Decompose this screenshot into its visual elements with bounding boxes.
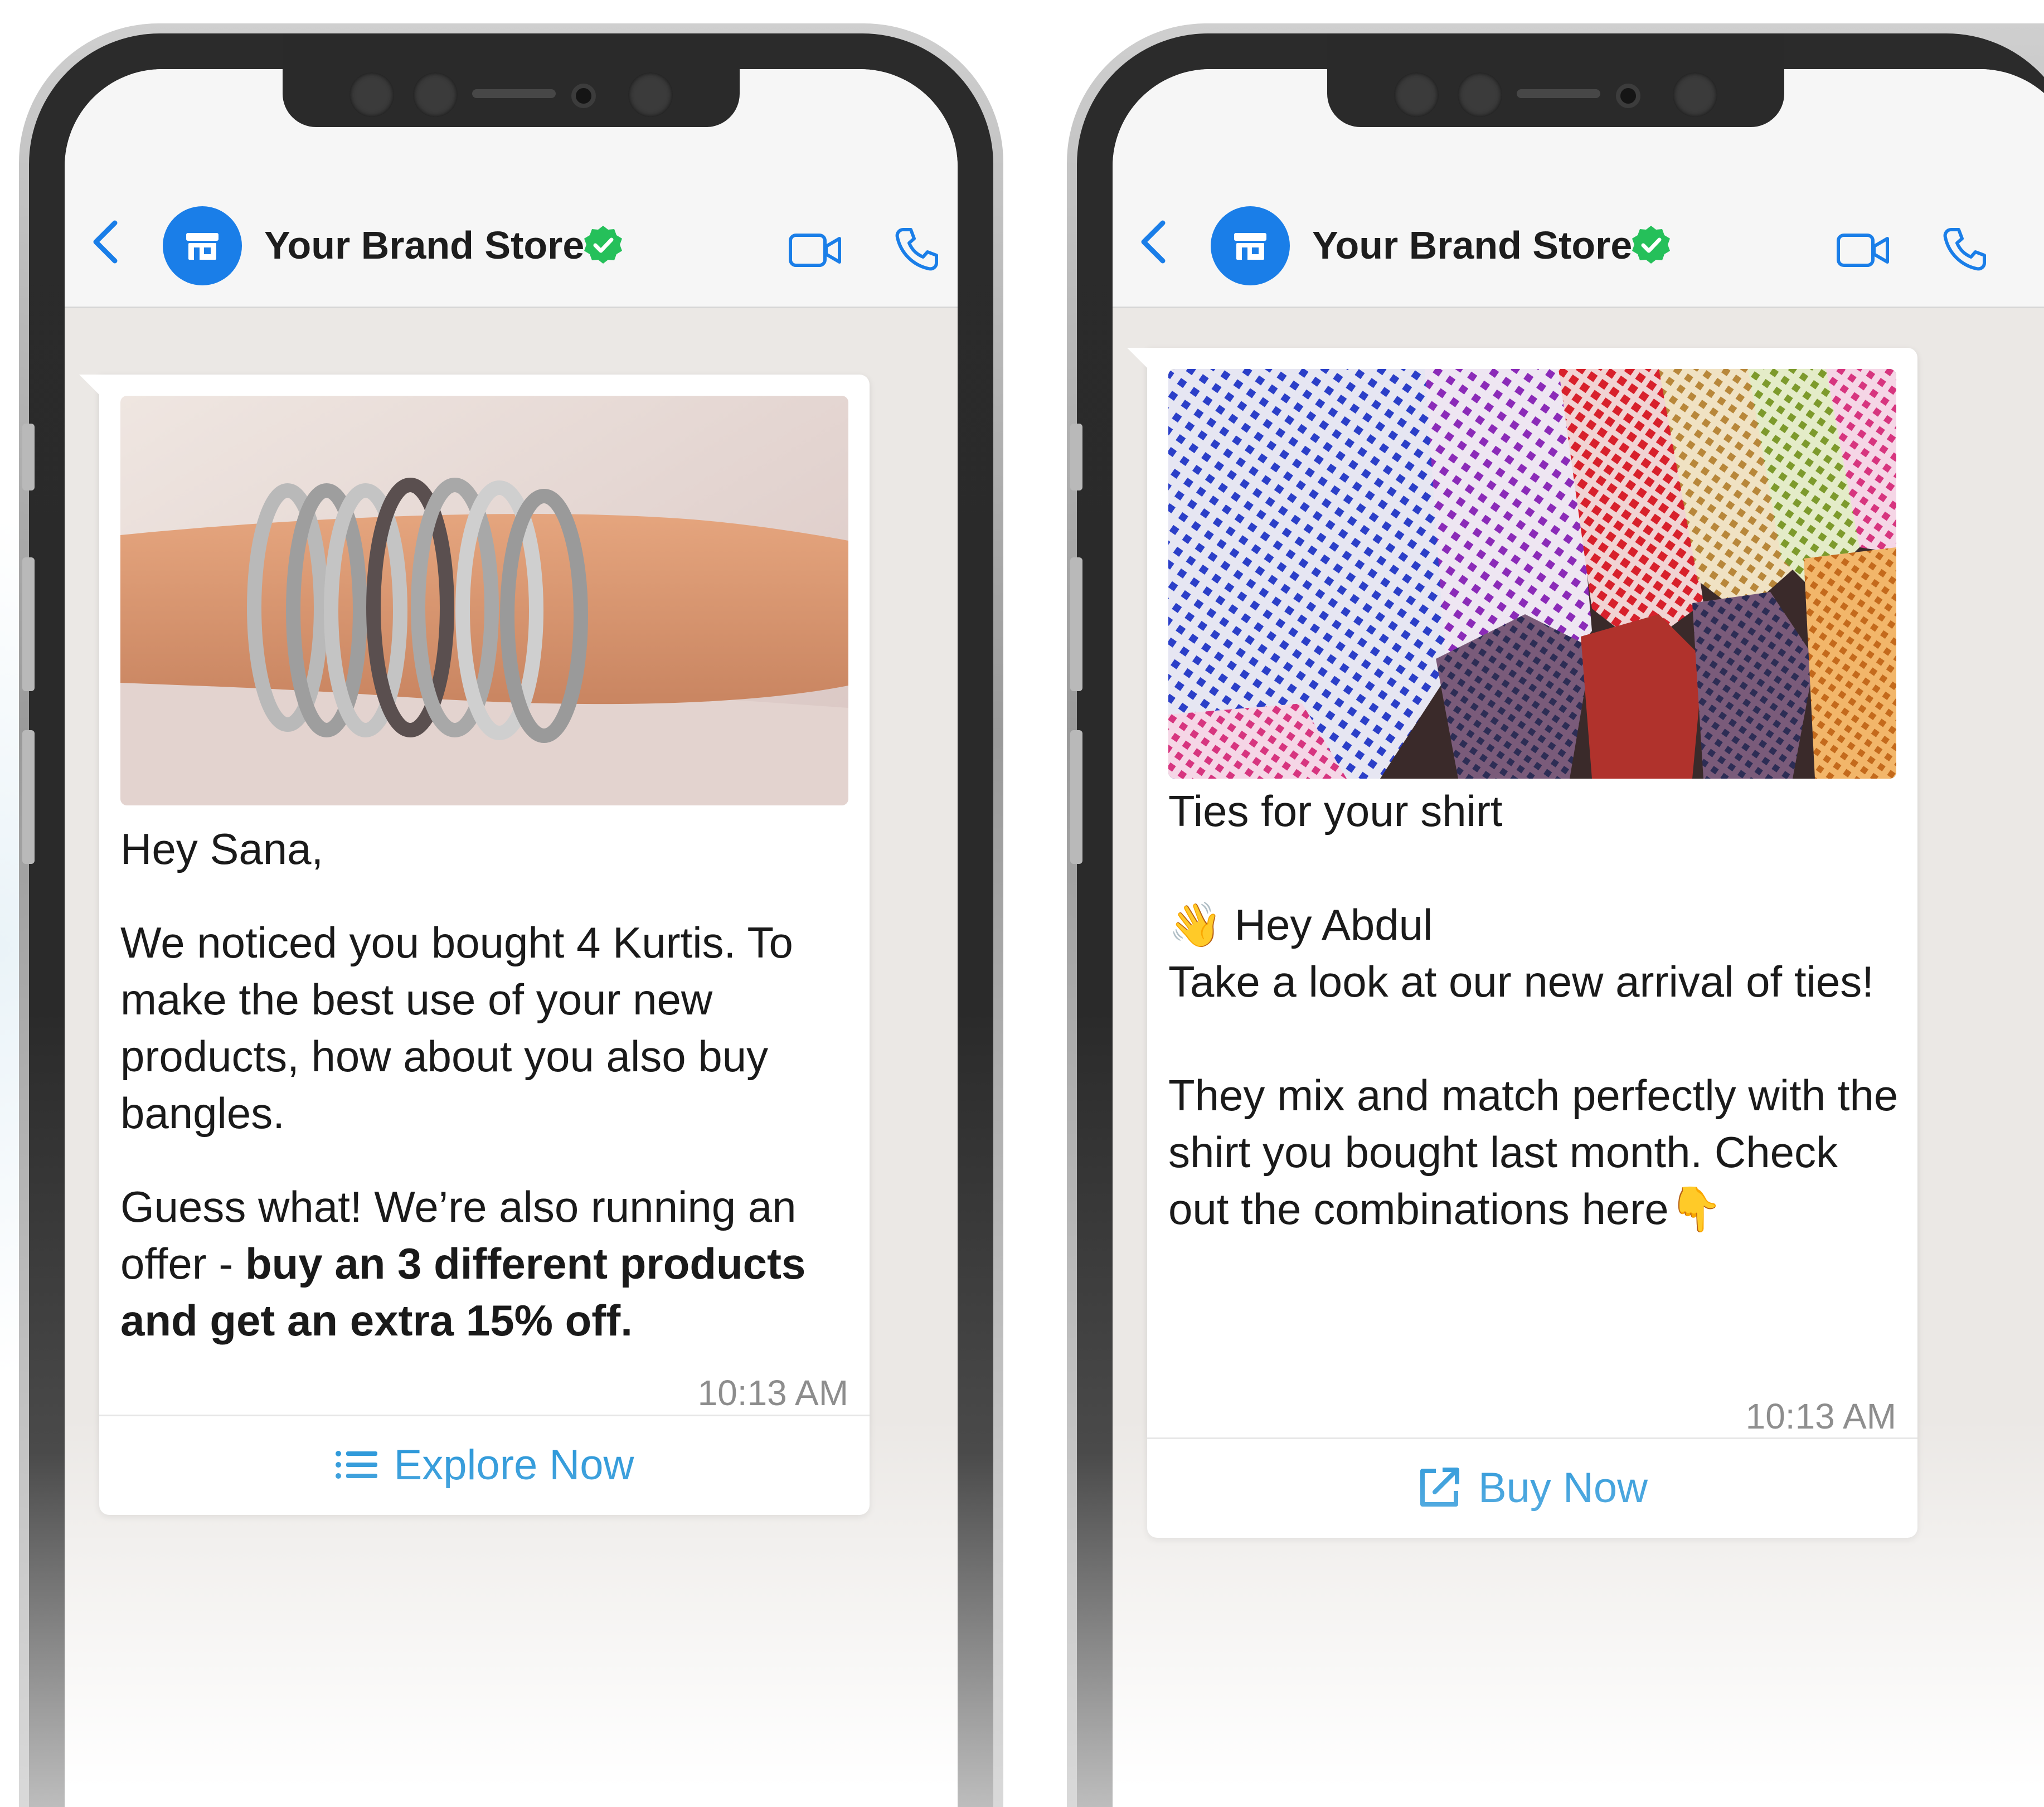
video-call-icon[interactable] [788, 230, 843, 270]
message-text-left: Hey Sana, We noticed you bought 4 Kurtis… [120, 820, 856, 1349]
buy-now-button[interactable]: Buy Now [1147, 1437, 1917, 1538]
sensor-dot [1673, 72, 1717, 117]
chat-screen-right: Your Brand Store Ties for your shirt 👋 H… [1113, 69, 2044, 1807]
message-timestamp: 10:13 AM [697, 1373, 848, 1413]
message-line-2-text: They mix and match perfectly with the sh… [1168, 1071, 1899, 1233]
store-icon [1234, 233, 1266, 260]
phone-right: Your Brand Store Ties for your shirt 👋 H… [1067, 23, 2044, 1807]
ties-image[interactable] [1168, 369, 1896, 779]
explore-now-label: Explore Now [394, 1441, 634, 1489]
message-bubble-left: Hey Sana, We noticed you bought 4 Kurtis… [79, 375, 870, 1515]
voice-call-icon[interactable] [1942, 226, 1988, 272]
chevron-left-icon[interactable] [1137, 220, 1171, 264]
store-avatar[interactable] [1211, 206, 1290, 285]
explore-now-button[interactable]: Explore Now [99, 1415, 870, 1515]
greeting-text: Hey Abdul [1234, 900, 1433, 949]
chat-title: Your Brand Store [1312, 224, 1633, 267]
video-call-icon[interactable] [1836, 230, 1891, 270]
bubble-tail [1127, 348, 1149, 370]
silver-bangles-photo [120, 396, 848, 805]
message-paragraph-1: We noticed you bought 4 Kurtis. To make … [120, 918, 793, 1138]
sensor-dot [628, 72, 673, 117]
message-line-2: They mix and match perfectly with the sh… [1168, 1067, 1910, 1237]
colorful-ties-photo [1168, 369, 1896, 779]
side-button [1070, 424, 1082, 490]
front-camera [1616, 84, 1640, 108]
sensor-dot [349, 72, 394, 117]
phone-notch [283, 33, 740, 127]
greeting-line: 👋 Hey Abdul [1168, 896, 1910, 953]
side-button [22, 557, 35, 691]
side-button [1070, 557, 1082, 691]
phone-left: Your Brand Store Hey Sana, We noticed yo… [19, 23, 1003, 1807]
buy-now-label: Buy Now [1478, 1464, 1648, 1512]
verified-badge-icon [584, 226, 622, 264]
list-icon [335, 1451, 377, 1479]
sensor-dot [1394, 72, 1439, 117]
message-paragraph-2: Guess what! We’re also running an offer … [120, 1178, 856, 1349]
front-camera [571, 84, 596, 108]
waving-hand-emoji: 👋 [1168, 900, 1223, 949]
chat-title: Your Brand Store [264, 224, 585, 267]
message-bubble-right: Ties for your shirt 👋 Hey Abdul Take a l… [1127, 348, 1917, 1538]
external-link-icon [1420, 1468, 1459, 1507]
store-icon [186, 233, 219, 260]
message-line-1: Take a look at our new arrival of ties! [1168, 957, 1874, 1006]
voice-call-icon[interactable] [894, 226, 940, 272]
image-caption: Ties for your shirt [1168, 786, 1503, 836]
phone-notch [1327, 33, 1784, 127]
side-button [22, 424, 35, 490]
side-button [1070, 730, 1082, 864]
message-text-right: Ties for your shirt 👋 Hey Abdul Take a l… [1168, 783, 1910, 1237]
speaker-slot [472, 89, 556, 98]
phone-right-frame: Your Brand Store Ties for your shirt 👋 H… [1077, 33, 2044, 1807]
bubble-tail [79, 375, 101, 397]
pointing-down-emoji: 👇 [1668, 1184, 1723, 1233]
message-timestamp: 10:13 AM [1745, 1396, 1896, 1436]
chat-screen-left: Your Brand Store Hey Sana, We noticed yo… [65, 69, 958, 1807]
speaker-slot [1517, 89, 1600, 98]
sensor-dot [1458, 72, 1502, 117]
sensor-dot [413, 72, 458, 117]
verified-badge-icon [1632, 226, 1670, 264]
chevron-left-icon[interactable] [89, 220, 123, 264]
bangles-image[interactable] [120, 396, 848, 805]
greeting-text: Hey Sana, [120, 824, 324, 873]
store-avatar[interactable] [163, 206, 242, 285]
side-button [22, 730, 35, 864]
phone-left-frame: Your Brand Store Hey Sana, We noticed yo… [29, 33, 993, 1807]
